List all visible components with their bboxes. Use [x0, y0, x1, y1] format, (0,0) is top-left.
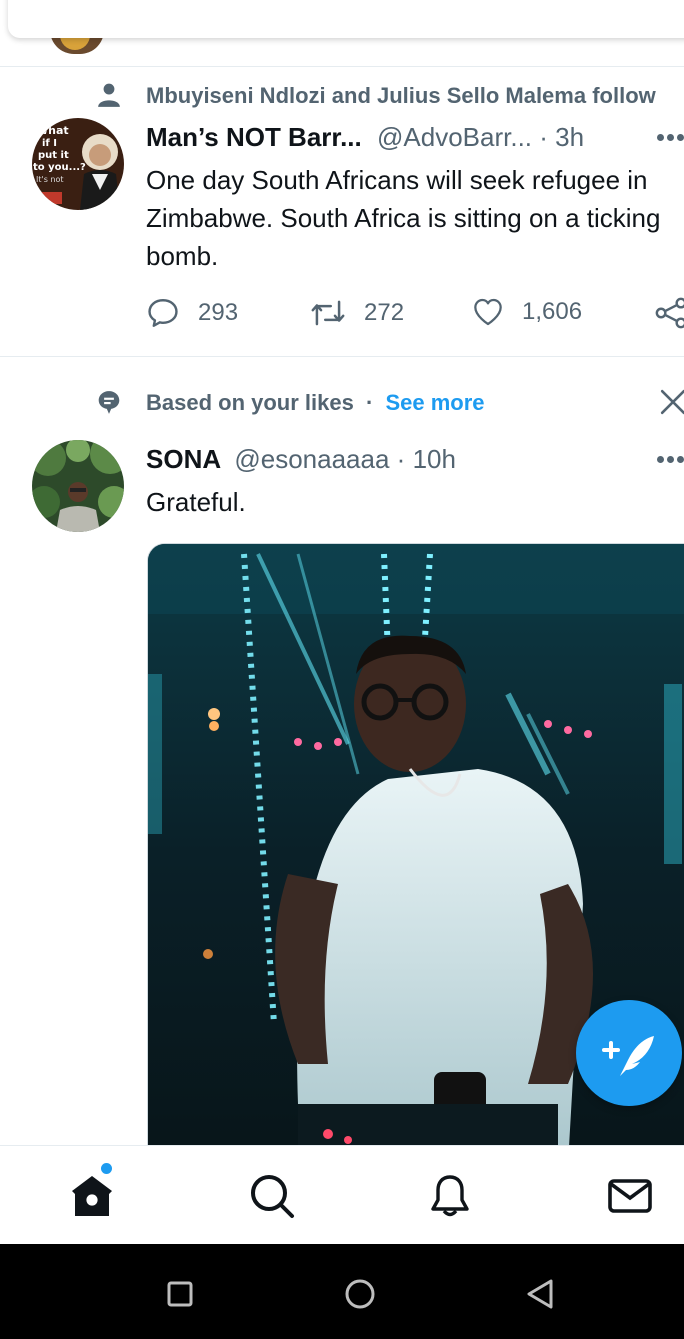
timestamp[interactable]: 3h	[555, 122, 584, 152]
home-new-indicator	[101, 1163, 112, 1174]
separator: ·	[396, 444, 406, 474]
display-name[interactable]: SONA	[146, 444, 221, 474]
context-label: Based on your likes	[146, 390, 354, 415]
avatar[interactable]: What if I put it to you...? It's not	[32, 118, 124, 210]
avatar-text: It's not	[36, 175, 64, 184]
divider	[0, 66, 684, 67]
avatar-text: put it	[38, 150, 69, 161]
reply-icon	[148, 299, 178, 327]
close-icon[interactable]	[660, 389, 684, 415]
compose-button[interactable]	[576, 1000, 682, 1106]
bottom-navigation	[0, 1145, 684, 1244]
recent-apps-icon[interactable]	[160, 1274, 200, 1314]
share-button[interactable]	[654, 296, 684, 330]
previous-card[interactable]	[8, 0, 684, 38]
heart-icon	[474, 298, 502, 326]
nav-search[interactable]	[220, 1146, 320, 1245]
person-icon	[98, 83, 120, 107]
topic-bubble-icon	[98, 391, 120, 414]
retweet-count: 272	[364, 299, 405, 326]
more-options-icon[interactable]	[654, 134, 684, 144]
compose-feather-icon	[602, 1036, 654, 1076]
avatar-text: to you...?	[33, 162, 86, 173]
see-more-link[interactable]: See more	[385, 390, 484, 415]
tweet-header: SONA @esonaaaaa · 10h	[146, 444, 456, 475]
separator: ·	[365, 390, 374, 415]
tweet-actions: 293 272 1,606	[146, 296, 684, 336]
handle[interactable]: @esonaaaaa	[234, 444, 389, 474]
home-circle-icon[interactable]	[340, 1274, 380, 1314]
previous-card-area	[0, 0, 684, 66]
avatar-text: if I	[42, 138, 57, 149]
retweet-button[interactable]: 272	[310, 296, 404, 330]
social-context[interactable]: Mbuyiseni Ndlozi and Julius Sello Malema…	[146, 83, 656, 109]
more-options-icon[interactable]	[654, 456, 684, 466]
nav-notifications[interactable]	[400, 1146, 500, 1245]
bell-icon	[431, 1175, 469, 1217]
avatar[interactable]	[32, 440, 124, 532]
share-icon	[655, 297, 684, 329]
tweet-text: One day South Africans will seek refugee…	[146, 165, 661, 271]
timestamp[interactable]: 10h	[413, 444, 456, 474]
reply-button[interactable]: 293	[146, 296, 238, 330]
divider	[0, 356, 684, 357]
recommendation-context: Based on your likes · See more	[146, 390, 485, 416]
separator: ·	[539, 122, 548, 152]
search-icon	[251, 1175, 294, 1218]
system-navigation-bar	[0, 1244, 684, 1339]
handle[interactable]: @AdvoBarr...	[377, 122, 532, 152]
nav-messages[interactable]	[580, 1146, 680, 1245]
home-icon	[72, 1176, 112, 1216]
avatar-text: What	[36, 124, 69, 137]
like-button[interactable]: 1,606	[472, 296, 582, 328]
nav-home[interactable]	[40, 1146, 140, 1245]
back-icon[interactable]	[520, 1274, 560, 1314]
reply-count: 293	[198, 299, 239, 326]
mail-icon	[608, 1179, 652, 1213]
tweet-header: Man’s NOT Barr... @AdvoBarr... · 3h	[146, 122, 584, 153]
display-name[interactable]: Man’s NOT Barr...	[146, 122, 362, 152]
tweet-text: Grateful.	[146, 487, 246, 517]
like-count: 1,606	[522, 298, 583, 325]
retweet-icon	[311, 300, 345, 326]
